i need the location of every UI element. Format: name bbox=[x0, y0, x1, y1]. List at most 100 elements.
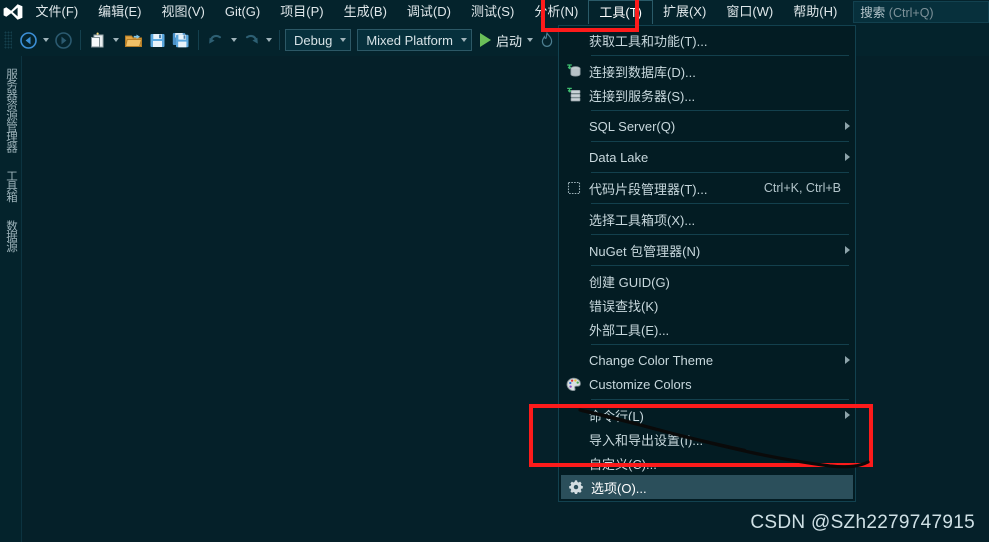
new-project-icon[interactable] bbox=[86, 28, 110, 52]
tools-dropdown-menu: 获取工具和功能(T)... 连接到数据库(D)... 连接到服务器(S)... … bbox=[558, 25, 856, 502]
menu-view[interactable]: 视图(V) bbox=[152, 0, 215, 24]
menu-item-icon-placeholder bbox=[559, 293, 589, 317]
menu-item-shortcut: Ctrl+K, Ctrl+B bbox=[763, 181, 841, 195]
csdn-watermark: CSDN @SZh2279747915 bbox=[750, 512, 975, 533]
undo-icon[interactable] bbox=[204, 28, 228, 52]
toolbar-separator bbox=[80, 30, 81, 50]
search-input[interactable]: 搜索 (Ctrl+Q) bbox=[853, 1, 989, 23]
menu-item-data-lake[interactable]: Data Lake bbox=[559, 145, 855, 169]
menu-item-label: 代码片段管理器(T)... bbox=[589, 181, 708, 197]
menu-item-label: 连接到数据库(D)... bbox=[589, 64, 696, 80]
menu-item-icon-placeholder bbox=[559, 403, 589, 427]
menu-debug[interactable]: 调试(D) bbox=[397, 0, 461, 24]
menu-separator bbox=[591, 141, 849, 142]
sidebar-item-data-sources[interactable]: 数据源 bbox=[3, 214, 19, 258]
menu-git[interactable]: Git(G) bbox=[215, 0, 270, 24]
menu-item-icon-placeholder bbox=[559, 28, 589, 52]
menu-item-icon-placeholder bbox=[559, 114, 589, 138]
menu-item-label: 获取工具和功能(T)... bbox=[589, 33, 708, 49]
menu-project[interactable]: 项目(P) bbox=[270, 0, 333, 24]
navigate-back-icon[interactable] bbox=[16, 28, 40, 52]
play-icon bbox=[480, 33, 492, 47]
menu-separator bbox=[591, 172, 849, 173]
visual-studio-logo-icon bbox=[0, 0, 26, 24]
new-project-dropdown-icon[interactable] bbox=[110, 28, 121, 52]
start-debug-button[interactable]: 启动 bbox=[478, 28, 524, 52]
menu-separator bbox=[591, 344, 849, 345]
build-configuration-combo[interactable]: Debug bbox=[285, 29, 352, 51]
menu-item-label: 创建 GUID(G) bbox=[589, 274, 670, 290]
menu-item-connect-to-database[interactable]: 连接到数据库(D)... bbox=[559, 59, 855, 83]
menu-separator bbox=[591, 110, 849, 111]
visual-studio-window: 文件(F) 编辑(E) 视图(V) Git(G) 项目(P) 生成(B) 调试(… bbox=[0, 0, 989, 542]
menu-item-get-tools-and-features[interactable]: 获取工具和功能(T)... bbox=[559, 28, 855, 52]
menu-item-change-color-theme[interactable]: Change Color Theme bbox=[559, 348, 855, 372]
redo-dropdown-icon[interactable] bbox=[263, 28, 274, 52]
menu-item-label: Customize Colors bbox=[589, 376, 692, 392]
start-debug-dropdown-icon[interactable] bbox=[524, 28, 535, 52]
search-placeholder-shortcut: (Ctrl+Q) bbox=[885, 6, 934, 20]
menu-tools[interactable]: 工具(T) bbox=[588, 0, 653, 25]
menu-item-icon-placeholder bbox=[559, 317, 589, 341]
color-palette-icon bbox=[559, 372, 589, 396]
save-icon[interactable] bbox=[145, 28, 169, 52]
menu-separator bbox=[591, 203, 849, 204]
menu-item-nuget-package-manager[interactable]: NuGet 包管理器(N) bbox=[559, 238, 855, 262]
chevron-down-icon bbox=[340, 38, 347, 42]
sidebar-item-server-explorer[interactable]: 服务器资源管理器 bbox=[3, 62, 19, 158]
menu-item-customize[interactable]: 自定义(C)... bbox=[559, 451, 855, 475]
submenu-arrow-icon bbox=[839, 411, 855, 419]
connect-server-icon bbox=[559, 83, 589, 107]
menu-window[interactable]: 窗口(W) bbox=[716, 0, 783, 24]
menu-item-import-export-settings[interactable]: 导入和导出设置(I)... bbox=[559, 427, 855, 451]
menu-item-label: Change Color Theme bbox=[589, 352, 714, 368]
chevron-down-icon bbox=[461, 38, 468, 42]
menu-edit[interactable]: 编辑(E) bbox=[88, 0, 151, 24]
menu-item-customize-colors[interactable]: Customize Colors bbox=[559, 372, 855, 396]
menu-item-icon-placeholder bbox=[559, 451, 589, 475]
menu-extensions[interactable]: 扩展(X) bbox=[653, 0, 716, 24]
solution-platform-value: Mixed Platform bbox=[366, 32, 454, 48]
navigate-back-dropdown-icon[interactable] bbox=[40, 28, 51, 52]
menu-item-icon-placeholder bbox=[559, 145, 589, 169]
undo-dropdown-icon[interactable] bbox=[228, 28, 239, 52]
menu-item-command-line[interactable]: 命令行(L) bbox=[559, 403, 855, 427]
start-debug-label: 启动 bbox=[496, 33, 523, 49]
menu-item-label: SQL Server(Q) bbox=[589, 118, 676, 134]
gear-icon bbox=[561, 475, 591, 499]
menu-item-choose-toolbox-items[interactable]: 选择工具箱项(X)... bbox=[559, 207, 855, 231]
menu-item-connect-to-server[interactable]: 连接到服务器(S)... bbox=[559, 83, 855, 107]
navigate-forward-icon[interactable] bbox=[51, 28, 75, 52]
menu-analyze[interactable]: 分析(N) bbox=[524, 0, 588, 24]
open-folder-icon[interactable] bbox=[121, 28, 145, 52]
menu-build[interactable]: 生成(B) bbox=[334, 0, 397, 24]
menu-test[interactable]: 测试(S) bbox=[461, 0, 524, 24]
menu-item-label: 选项(O)... bbox=[591, 480, 647, 496]
menu-item-options[interactable]: 选项(O)... bbox=[561, 475, 853, 499]
hot-reload-flame-icon[interactable] bbox=[535, 28, 559, 52]
toolbar-separator bbox=[198, 30, 199, 50]
solution-platform-combo[interactable]: Mixed Platform bbox=[357, 29, 473, 51]
save-all-icon[interactable] bbox=[169, 28, 193, 52]
menu-item-error-lookup[interactable]: 错误查找(K) bbox=[559, 293, 855, 317]
menu-item-label: 连接到服务器(S)... bbox=[589, 88, 696, 104]
menu-item-sql-server[interactable]: SQL Server(Q) bbox=[559, 114, 855, 138]
redo-icon[interactable] bbox=[239, 28, 263, 52]
toolbar-grip[interactable] bbox=[4, 31, 12, 49]
menu-help[interactable]: 帮助(H) bbox=[783, 0, 847, 24]
submenu-arrow-icon bbox=[839, 356, 855, 364]
menu-item-code-snippets-manager[interactable]: 代码片段管理器(T)... Ctrl+K, Ctrl+B bbox=[559, 176, 855, 200]
menu-separator bbox=[591, 234, 849, 235]
menu-item-label: 错误查找(K) bbox=[589, 298, 659, 314]
menu-file[interactable]: 文件(F) bbox=[26, 0, 89, 24]
menu-item-icon-placeholder bbox=[559, 238, 589, 262]
menu-item-label: 选择工具箱项(X)... bbox=[589, 212, 696, 228]
sidebar-item-toolbox[interactable]: 工具箱 bbox=[3, 164, 19, 208]
menu-item-external-tools[interactable]: 外部工具(E)... bbox=[559, 317, 855, 341]
build-configuration-value: Debug bbox=[294, 32, 333, 48]
menu-item-label: 导入和导出设置(I)... bbox=[589, 432, 704, 448]
menu-item-create-guid[interactable]: 创建 GUID(G) bbox=[559, 269, 855, 293]
submenu-arrow-icon bbox=[839, 153, 855, 161]
left-tool-rail: 服务器资源管理器 工具箱 数据源 bbox=[0, 56, 22, 542]
menu-item-icon-placeholder bbox=[559, 207, 589, 231]
